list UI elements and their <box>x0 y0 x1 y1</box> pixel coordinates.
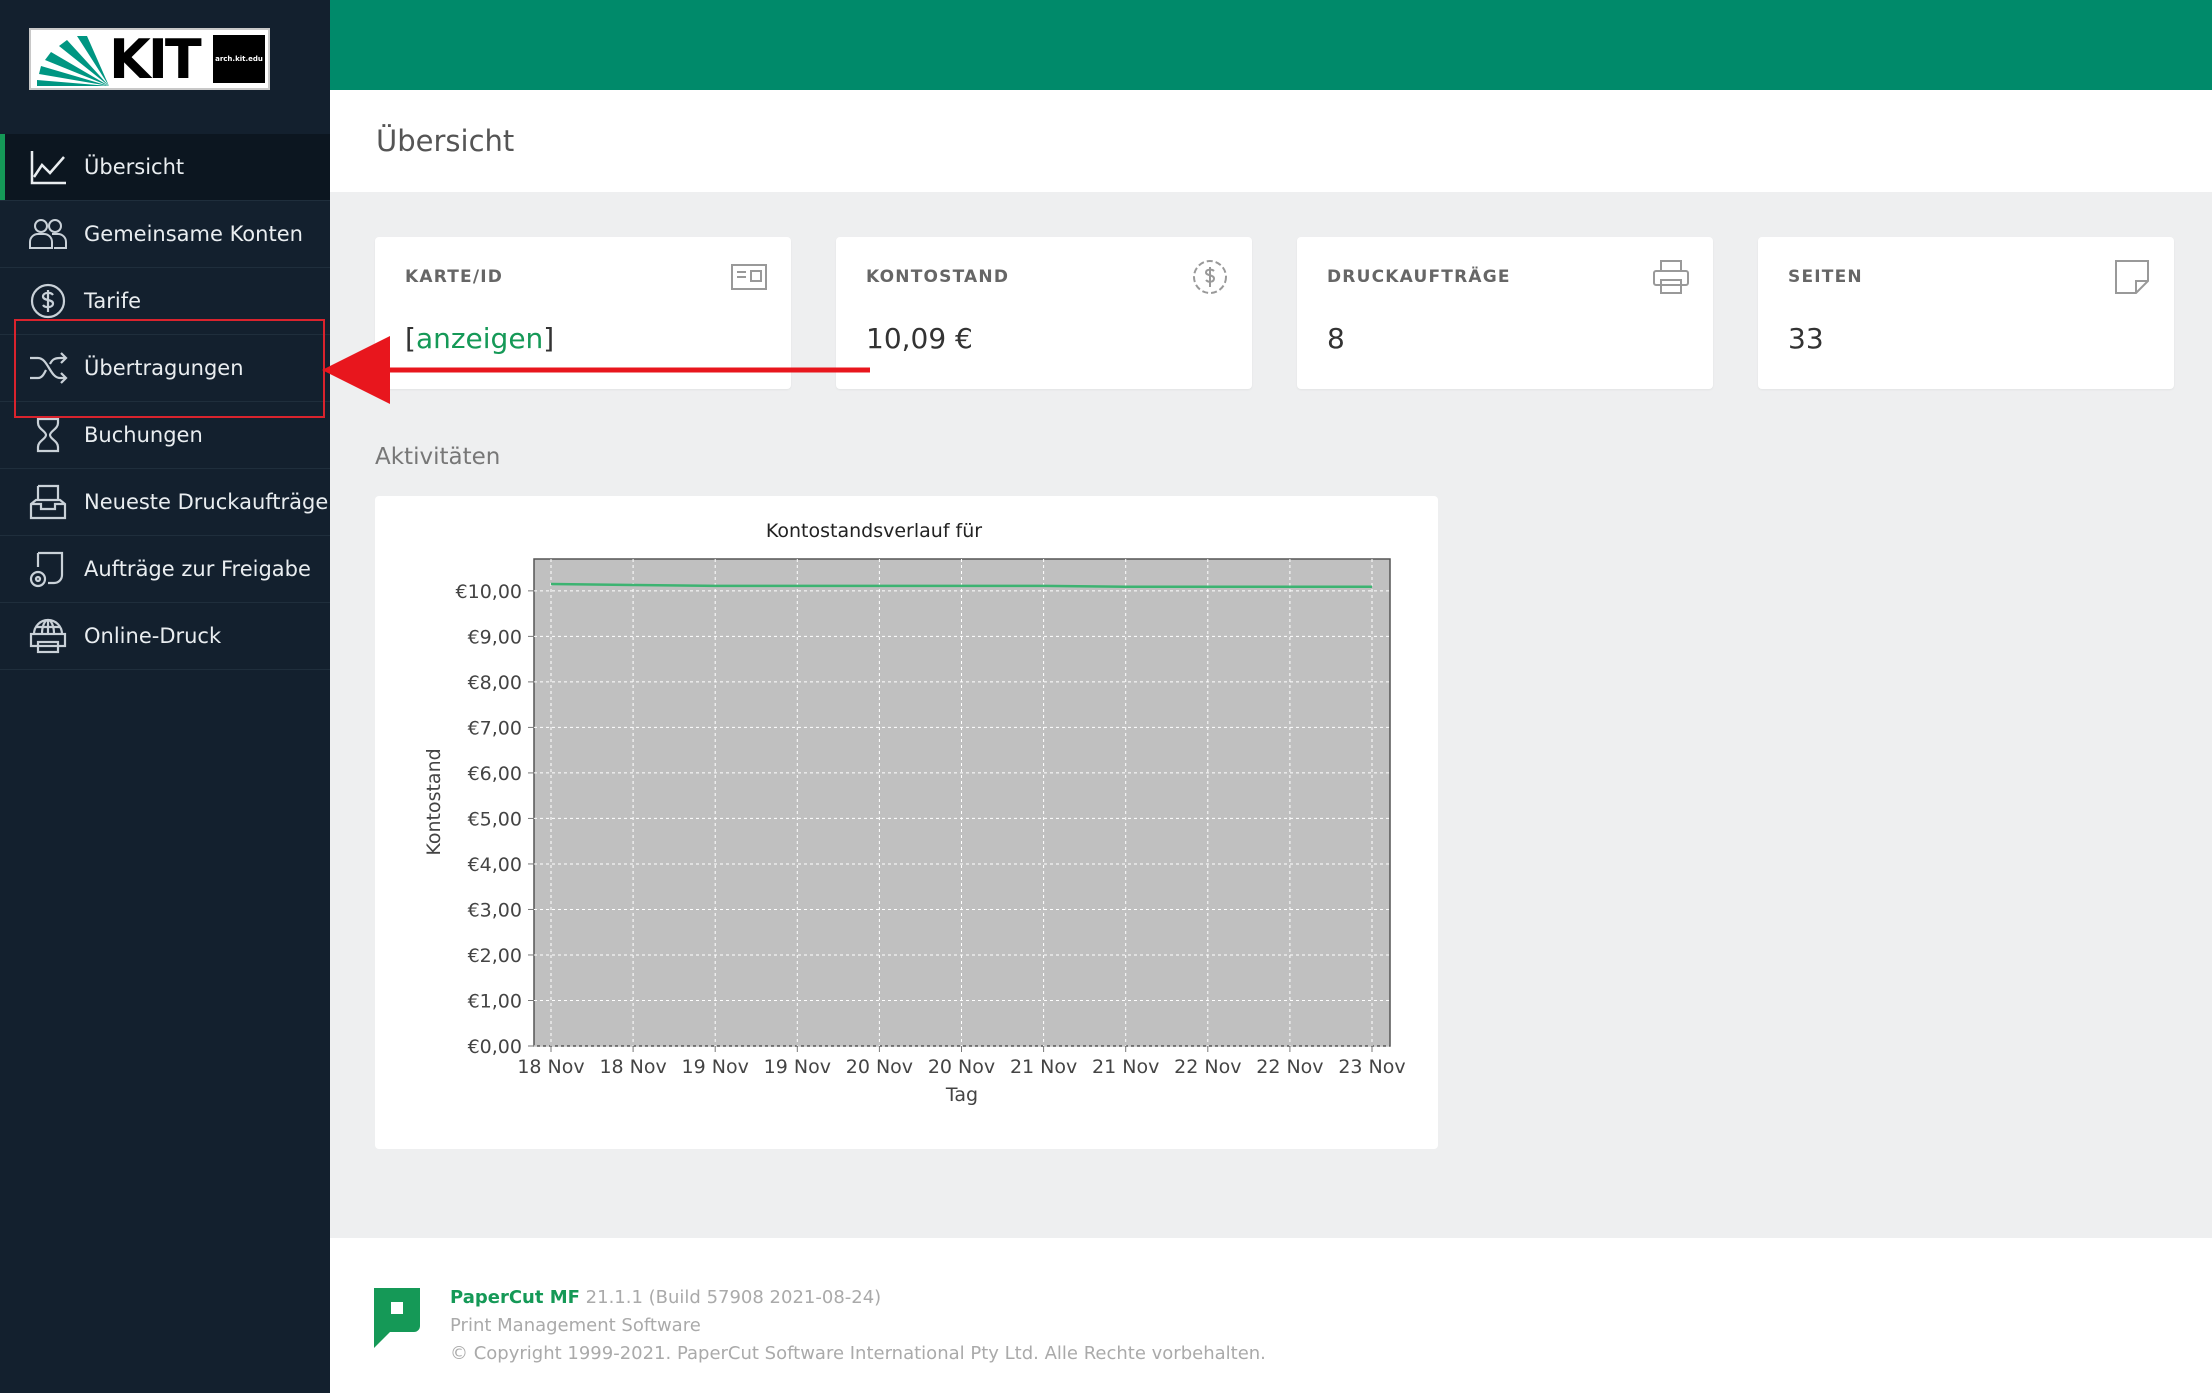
page-title: Übersicht <box>376 124 515 158</box>
sidebar-item-label: Gemeinsame Konten <box>84 222 303 246</box>
kit-logo-badge: arch.kit.edu <box>213 35 265 83</box>
chart-xtick-label: 22 Nov <box>1174 1056 1241 1078</box>
chart-xtick-label: 18 Nov <box>599 1056 666 1078</box>
page-icon <box>2115 260 2149 294</box>
dollar-circle-icon <box>30 283 66 319</box>
chart-xtick-label: 21 Nov <box>1010 1056 1077 1078</box>
chart-xtick-label: 20 Nov <box>846 1056 913 1078</box>
kit-logo-mark-icon <box>37 36 109 86</box>
chart-ytick-label: €6,00 <box>468 763 522 785</box>
sidebar-item-label: Buchungen <box>84 423 203 447</box>
sidebar-item-label: Übersicht <box>84 155 185 179</box>
chart-xtick-label: 18 Nov <box>517 1056 584 1078</box>
card-kontostand: KONTOSTAND 10,09 € <box>836 237 1252 389</box>
card-value: 8 <box>1327 322 1345 355</box>
sidebar-item-gemeinsame-konten[interactable]: Gemeinsame Konten <box>0 201 330 268</box>
release-jobs-icon <box>29 551 64 588</box>
card-value: 33 <box>1788 322 1824 355</box>
card-label: DRUCKAUFTRÄGE <box>1327 267 1511 287</box>
footer: PaperCut MF 21.1.1 (Build 57908 2021-08-… <box>330 1238 2212 1393</box>
chart-title: Kontostandsverlauf für <box>766 520 982 542</box>
footer-version: 21.1.1 (Build 57908 2021-08-24) <box>585 1287 882 1308</box>
annotation-highlight-box <box>14 319 325 418</box>
sidebar-item-online-druck[interactable]: Online-Druck <box>0 603 330 670</box>
dollar-circle-dashed-icon <box>1193 260 1227 294</box>
chart-panel: Kontostandsverlauf für €0,00 €1,00 €2,00 €3,… <box>375 496 1438 1149</box>
chart-ytick-label: €8,00 <box>468 672 522 694</box>
id-card-icon <box>731 264 767 290</box>
web-print-icon <box>29 618 67 654</box>
balance-history-chart: Kontostandsverlauf für €0,00 €1,00 €2,00 €3,… <box>423 520 1406 1106</box>
chart-ytick-label: €3,00 <box>468 899 522 921</box>
annotation-arrow-icon <box>322 336 870 404</box>
sidebar-item-auftraege-zur-freigabe[interactable]: Aufträge zur Freigabe <box>0 536 330 603</box>
line-chart-icon <box>30 151 66 185</box>
card-value: 10,09 € <box>866 322 973 355</box>
chart-ytick-label: €4,00 <box>468 854 522 876</box>
chart-xtick-label: 23 Nov <box>1338 1056 1405 1078</box>
card-label: KARTE/ID <box>405 267 504 287</box>
hourglass-icon <box>36 417 60 453</box>
footer-copyright: © Copyright 1999-2021. PaperCut Software… <box>450 1343 1266 1364</box>
sidebar-item-label: Aufträge zur Freigabe <box>84 557 311 581</box>
chart-ytick-label: €2,00 <box>468 945 522 967</box>
chart-ylabel: Kontostand <box>423 748 445 855</box>
kit-logo[interactable]: KIT arch.kit.edu <box>29 28 270 90</box>
footer-text: PaperCut MF 21.1.1 (Build 57908 2021-08-… <box>450 1284 1266 1368</box>
card-label: SEITEN <box>1788 267 1863 287</box>
card-label: KONTOSTAND <box>866 267 1010 287</box>
sidebar-item-label: Tarife <box>84 289 142 313</box>
chart-ytick-label: €9,00 <box>468 626 522 648</box>
chart-xtick-label: 21 Nov <box>1092 1056 1159 1078</box>
users-icon <box>29 219 67 249</box>
papercut-logo-icon <box>374 1288 420 1348</box>
footer-brand[interactable]: PaperCut MF <box>450 1287 580 1308</box>
chart-xtick-label: 19 Nov <box>682 1056 749 1078</box>
inbox-icon <box>29 484 67 520</box>
chart-xtick-label: 19 Nov <box>764 1056 831 1078</box>
printer-icon <box>1653 260 1689 294</box>
page-header: Übersicht <box>330 90 2212 192</box>
chart-ytick-label: €0,00 <box>468 1036 522 1058</box>
sidebar-item-neueste-druckauftraege[interactable]: Neueste Druckaufträge <box>0 469 330 536</box>
chart-xtick-label: 22 Nov <box>1256 1056 1323 1078</box>
sidebar-item-label: Online-Druck <box>84 624 222 648</box>
chart-ytick-label: €10,00 <box>456 581 522 603</box>
top-bar <box>330 0 2212 90</box>
kit-logo-text: KIT <box>109 28 202 91</box>
chart-ytick-label: €1,00 <box>468 990 522 1012</box>
sidebar-item-label: Neueste Druckaufträge <box>84 490 329 514</box>
chart-ytick-label: €5,00 <box>468 808 522 830</box>
chart-ytick-label: €7,00 <box>468 717 522 739</box>
sidebar: KIT arch.kit.edu Übersicht Gemeinsame Ko… <box>0 0 330 1393</box>
chart-xlabel: Tag <box>945 1084 978 1106</box>
card-seiten: SEITEN 33 <box>1758 237 2174 389</box>
chart-xtick-label: 20 Nov <box>928 1056 995 1078</box>
card-druckauftraege: DRUCKAUFTRÄGE 8 <box>1297 237 1713 389</box>
footer-subtitle: Print Management Software <box>450 1315 701 1336</box>
sidebar-item-uebersicht[interactable]: Übersicht <box>0 134 330 201</box>
activities-title: Aktivitäten <box>375 444 501 470</box>
